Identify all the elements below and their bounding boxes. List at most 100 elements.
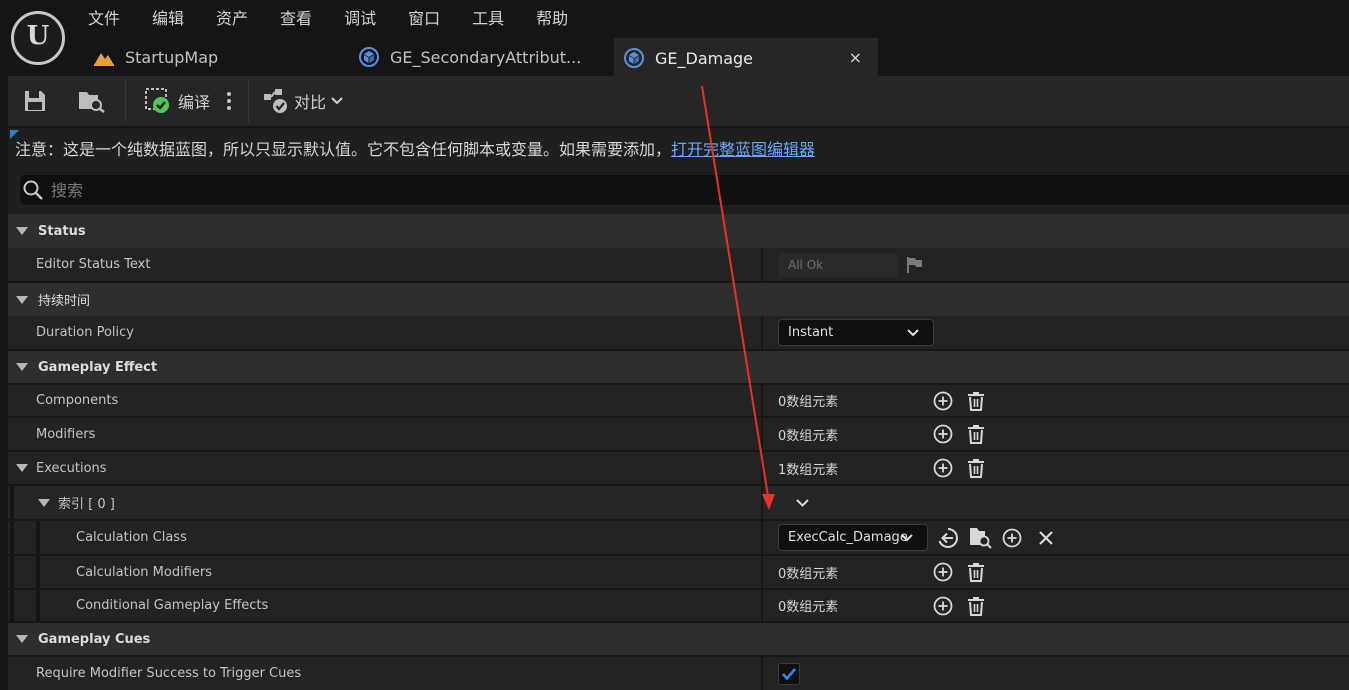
close-tab-icon[interactable]: × (849, 48, 862, 67)
array-count: 0数组元素 (778, 428, 839, 444)
category-title: Gameplay Effect (38, 359, 158, 375)
property-label: Duration Policy (36, 325, 134, 340)
row-calculation-class: Calculation Class ExecCalc_Damage (8, 521, 1349, 554)
element-options-button[interactable] (796, 486, 809, 519)
clear-array-button[interactable] (966, 556, 986, 588)
title-bar: U 文件 编辑 资产 查看 调试 窗口 工具 帮助 StartupMap GE_… (0, 0, 1349, 76)
array-count: 1数组元素 (778, 462, 839, 478)
menu-view[interactable]: 查看 (264, 0, 328, 38)
close-icon (1039, 530, 1053, 545)
dropdown-value: Instant (788, 325, 834, 340)
row-conditional-gameplay-effects: Conditional Gameplay Effects 0数组元素 (8, 590, 1349, 621)
save-icon (25, 91, 45, 111)
compile-status-icon (145, 88, 169, 113)
calculation-class-dropdown[interactable]: ExecCalc_Damage (778, 524, 928, 551)
clear-array-button[interactable] (966, 418, 986, 450)
add-element-button[interactable] (933, 590, 953, 621)
property-label: Modifiers (36, 426, 96, 442)
plus-circle-icon (933, 596, 953, 615)
category-gameplay-effect[interactable]: Gameplay Effect (8, 351, 1349, 383)
clear-array-button[interactable] (966, 452, 986, 484)
row-executions: Executions 1数组元素 (8, 452, 1349, 484)
open-full-editor-link[interactable]: 打开完整蓝图编辑器 (671, 140, 815, 159)
row-editor-status-text: Editor Status Text All Ok (8, 248, 1349, 281)
menu-file[interactable]: 文件 (72, 0, 136, 38)
compile-button[interactable]: 编译 (145, 76, 210, 126)
property-label: Editor Status Text (36, 257, 151, 272)
trash-icon (968, 563, 984, 582)
trash-icon (968, 459, 984, 478)
property-label: Conditional Gameplay Effects (76, 598, 269, 613)
browse-button[interactable] (78, 76, 106, 126)
expand-arrow-icon[interactable] (38, 498, 50, 507)
property-label: 索引 [ 0 ] (58, 497, 115, 512)
property-label: Components (36, 393, 119, 408)
data-only-notice: 注意：这是一个纯数据蓝图，所以只显示默认值。它不包含任何脚本或变量。如果需要添加… (15, 136, 815, 160)
diff-label: 对比 (294, 93, 327, 112)
logo-letter: U (26, 21, 50, 51)
add-element-button[interactable] (933, 556, 953, 588)
compile-options-button[interactable] (226, 76, 232, 126)
tab-ge-damage[interactable]: GE_Damage × (614, 38, 878, 76)
plus-circle-icon (933, 391, 953, 410)
notice-text: 注意：这是一个纯数据蓝图，所以只显示默认值。它不包含任何脚本或变量。如果需要添加… (15, 140, 672, 159)
category-title: 持续时间 (38, 294, 91, 309)
add-element-button[interactable] (933, 452, 953, 484)
search-icon (23, 180, 43, 200)
tab-label: GE_SecondaryAttribut... (390, 47, 582, 67)
array-count: 0数组元素 (778, 395, 839, 410)
chevron-down-icon (901, 533, 913, 541)
menu-window[interactable]: 窗口 (392, 0, 456, 38)
tab-label: StartupMap (125, 47, 219, 67)
create-new-button[interactable] (1002, 521, 1022, 554)
compile-label: 编译 (178, 93, 211, 112)
property-label: Executions (36, 460, 107, 476)
toolbar: 编译 对比 (8, 76, 1349, 126)
trash-icon (968, 425, 984, 444)
status-flag-button[interactable] (906, 248, 924, 281)
folder-search-icon (970, 527, 992, 549)
browse-asset-button[interactable] (969, 521, 993, 554)
diff-button[interactable]: 对比 (263, 76, 343, 126)
expand-arrow-icon (16, 635, 28, 643)
row-require-modifier-success: Require Modifier Success to Trigger Cues (8, 657, 1349, 690)
property-label: Calculation Class (76, 530, 187, 545)
level-map-icon (94, 47, 114, 67)
array-count: 0数组元素 (778, 600, 839, 615)
plus-circle-icon (933, 458, 953, 478)
expand-arrow-icon (16, 295, 28, 304)
row-components: Components 0数组元素 (8, 385, 1349, 416)
save-button[interactable] (24, 76, 46, 126)
clear-array-button[interactable] (966, 385, 986, 416)
menu-tools[interactable]: 工具 (456, 0, 520, 38)
menu-asset[interactable]: 资产 (200, 0, 264, 38)
duration-policy-dropdown[interactable]: Instant (778, 319, 934, 346)
use-selected-button[interactable] (937, 521, 959, 554)
diff-icon (264, 89, 287, 113)
tab-ge-secondary[interactable]: GE_SecondaryAttribut... (359, 38, 599, 76)
category-status[interactable]: Status (8, 214, 1349, 248)
menu-edit[interactable]: 编辑 (136, 0, 200, 38)
menu-debug[interactable]: 调试 (328, 0, 392, 38)
tab-startupmap[interactable]: StartupMap (94, 38, 334, 76)
add-element-button[interactable] (933, 418, 953, 450)
plus-circle-icon (933, 562, 953, 582)
search-input[interactable] (51, 180, 1251, 200)
category-gameplay-cues[interactable]: Gameplay Cues (8, 623, 1349, 655)
unreal-logo-icon[interactable]: U (11, 11, 65, 65)
search-bar (20, 175, 1349, 205)
clear-array-button[interactable] (966, 590, 986, 621)
plus-circle-icon (933, 424, 953, 444)
category-title: Status (38, 223, 86, 239)
add-element-button[interactable] (933, 385, 953, 416)
require-success-checkbox[interactable] (778, 657, 800, 690)
blueprint-cube-icon (624, 48, 644, 68)
category-title: Gameplay Cues (38, 631, 151, 647)
expand-arrow-icon (16, 227, 28, 235)
menu-help[interactable]: 帮助 (520, 0, 584, 38)
more-vertical-icon (227, 92, 231, 110)
category-duration[interactable]: 持续时间 (8, 283, 1349, 316)
clear-button[interactable] (1038, 521, 1054, 554)
blueprint-cube-icon (359, 47, 379, 67)
expand-arrow-icon[interactable] (16, 464, 28, 472)
